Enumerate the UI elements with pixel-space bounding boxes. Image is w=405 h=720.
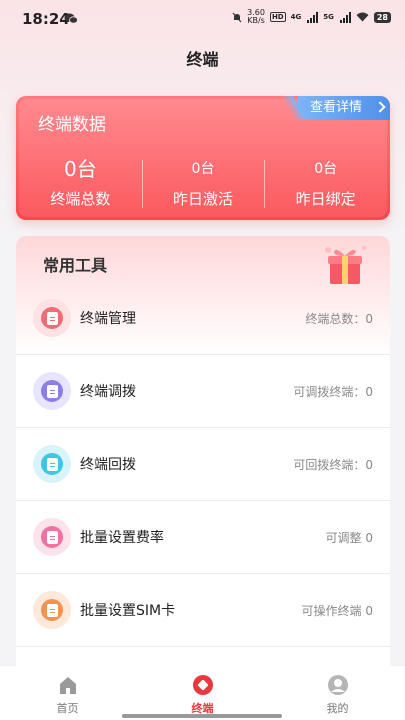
stat-label: 昨日绑定 <box>295 190 356 208</box>
gift-box-icon <box>325 246 366 284</box>
signal-label-4g: 4G <box>290 13 302 21</box>
view-details-button[interactable]: 查看详情 <box>298 96 390 120</box>
tab-terminal[interactable]: 终端 <box>135 666 270 720</box>
wechat-icon <box>64 13 78 24</box>
tool-label: 批量设置费率 <box>80 530 164 546</box>
hd-badge: HD <box>269 12 286 22</box>
tool-label: 批量设置SIM卡 <box>80 603 176 619</box>
signal-bars-icon <box>307 11 319 23</box>
tool-item[interactable]: 批量设置SIM卡 可操作终端 0 <box>16 574 390 647</box>
home-icon <box>57 674 79 696</box>
stat-label: 终端总数 <box>50 190 111 208</box>
stats-row: 0台 终端总数 0台 昨日激活 0台 昨日绑定 <box>19 154 387 214</box>
terminal-icon <box>192 674 214 696</box>
stat-activated-yesterday[interactable]: 0台 昨日激活 <box>141 154 265 214</box>
tool-label: 终端调拨 <box>80 384 136 400</box>
bottom-tab-bar: 首页 终端我的 <box>0 666 405 720</box>
terminal-stats-card: 终端数据 查看详情 0台 终端总数 0台 昨日激活 0台 昨日绑定 <box>16 96 390 220</box>
stat-bound-yesterday[interactable]: 0台 昨日绑定 <box>264 154 387 214</box>
view-details-label: 查看详情 <box>310 100 363 115</box>
tool-item[interactable]: 终端管理 终端总数：0 <box>16 282 390 355</box>
terminal-transfer-icon <box>33 372 71 410</box>
stat-value: 0台 <box>191 161 215 177</box>
terminal-return-icon <box>33 445 71 483</box>
tool-label: 终端回拨 <box>80 457 136 473</box>
signal-label-5g: 5G <box>323 13 334 21</box>
battery-icon: 28 <box>373 11 391 23</box>
terminal-manage-icon <box>33 299 71 337</box>
tool-item[interactable]: 终端回拨 可回拨终端：0 <box>16 428 390 501</box>
signal-bars-icon <box>339 11 351 23</box>
net-speed: 3.60 KB/s <box>247 8 265 25</box>
stat-label: 昨日激活 <box>173 190 234 208</box>
tool-value: 可调拨终端：0 <box>293 385 373 399</box>
tab-label: 首页 <box>56 702 79 715</box>
sim-card-icon <box>33 591 71 629</box>
stats-title: 终端数据 <box>38 115 106 135</box>
tab-profile[interactable]: 我的 <box>270 666 405 720</box>
status-icons: 3.60 KB/s HD 4G 5G 28 <box>232 9 391 25</box>
tool-item[interactable]: 批量设置费率 可调整 0 <box>16 501 390 574</box>
chevron-right-icon <box>374 101 386 113</box>
tool-value: 终端总数：0 <box>305 312 373 326</box>
tool-item[interactable]: 终端调拨 可调拨终端：0 <box>16 355 390 428</box>
tool-value: 可操作终端 0 <box>301 604 373 618</box>
mute-bell-icon <box>232 12 242 22</box>
status-bar: 18:24 3.60 KB/s HD 4G 5G 28 <box>0 0 405 38</box>
tool-label: 终端管理 <box>80 311 136 327</box>
page-title: 终端 <box>186 50 219 69</box>
stat-value: 0台 <box>314 161 338 177</box>
tab-label: 我的 <box>326 702 349 715</box>
tools-title: 常用工具 <box>43 256 108 275</box>
stat-value: 0台 <box>63 157 97 181</box>
rate-setting-icon <box>33 518 71 556</box>
tool-value: 可调整 0 <box>325 531 373 545</box>
status-time: 18:24 <box>22 10 70 28</box>
home-indicator[interactable] <box>122 714 282 718</box>
tool-list: 终端管理 终端总数：0 终端调拨 可调拨终端：0 终端回拨 可回拨终端：0 批量设置费率 可调… <box>16 282 390 647</box>
stat-total[interactable]: 0台 终端总数 <box>19 154 142 214</box>
profile-icon <box>327 674 349 696</box>
common-tools-card: 常用工具 终端管理 终端总数：0 终端调拨 可调拨终端：0 终端回拨 可回拨终端：0 批量设… <box>16 236 390 676</box>
tool-value: 可回拨终端：0 <box>293 458 373 472</box>
tab-home[interactable]: 首页 <box>0 666 135 720</box>
wifi-icon <box>356 12 369 22</box>
